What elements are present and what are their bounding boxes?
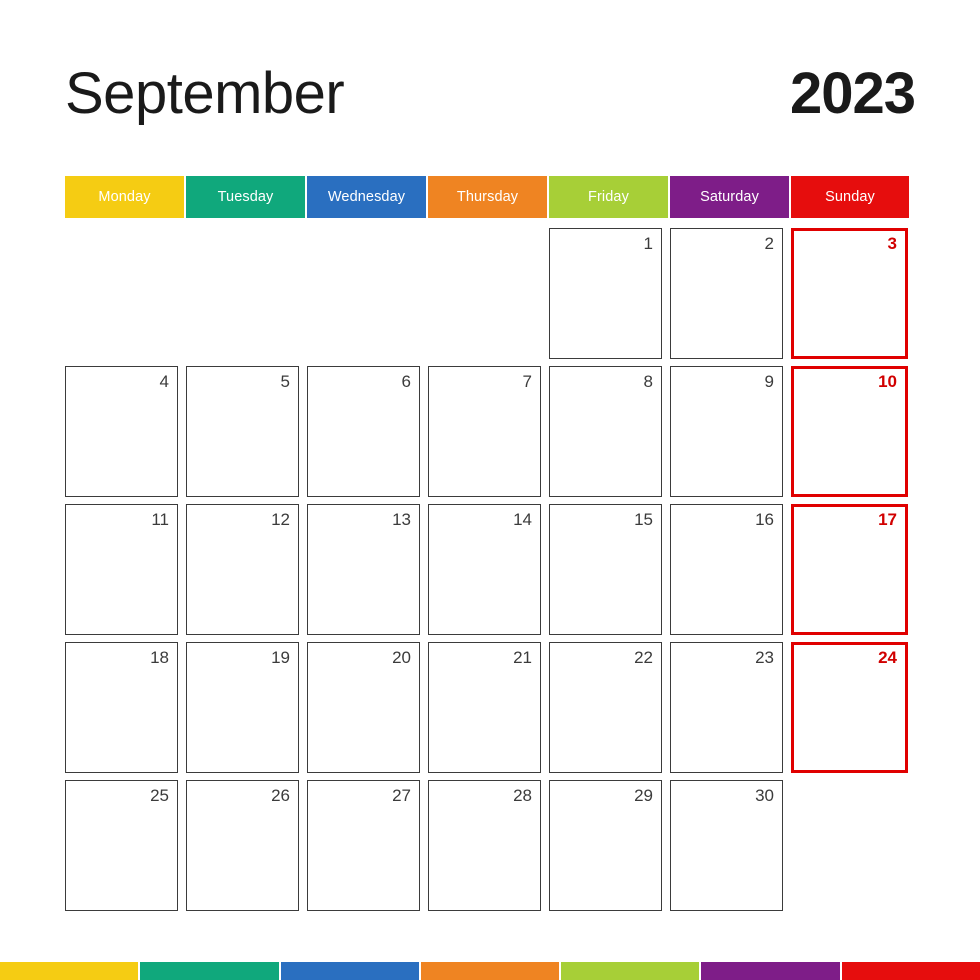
weekday-header-thursday: Thursday <box>428 176 547 218</box>
day-cell-15[interactable]: 15 <box>549 504 662 635</box>
day-cell-5[interactable]: 5 <box>186 366 299 497</box>
day-cell-2[interactable]: 2 <box>670 228 783 359</box>
day-number: 4 <box>159 372 169 391</box>
day-number: 14 <box>513 510 532 529</box>
day-number: 7 <box>522 372 532 391</box>
day-number: 27 <box>392 786 411 805</box>
day-cell-8[interactable]: 8 <box>549 366 662 497</box>
day-cell-empty <box>428 228 541 359</box>
day-cell-18[interactable]: 18 <box>65 642 178 773</box>
bottom-strip-segment-6 <box>701 962 840 980</box>
week-row: 25 26 27 28 29 30 <box>65 780 917 911</box>
week-row: 11 12 13 14 15 16 17 <box>65 504 917 635</box>
day-cell-25[interactable]: 25 <box>65 780 178 911</box>
bottom-strip-segment-2 <box>140 962 279 980</box>
day-number: 6 <box>401 372 411 391</box>
day-number: 3 <box>887 234 897 253</box>
weekday-header-saturday: Saturday <box>670 176 789 218</box>
day-number: 18 <box>150 648 169 667</box>
bottom-strip-segment-7 <box>841 962 980 980</box>
day-number: 19 <box>271 648 290 667</box>
weekday-header-label: Tuesday <box>217 188 274 205</box>
day-number: 2 <box>764 234 774 253</box>
day-cell-7[interactable]: 7 <box>428 366 541 497</box>
day-cell-3[interactable]: 3 <box>791 228 908 359</box>
week-row: 4 5 6 7 8 9 10 <box>65 366 917 497</box>
day-cell-empty <box>791 780 908 911</box>
month-title: September <box>65 61 345 126</box>
weekday-header-wednesday: Wednesday <box>307 176 426 218</box>
weekday-header-tuesday: Tuesday <box>186 176 305 218</box>
week-row: 18 19 20 21 22 23 24 <box>65 642 917 773</box>
day-number: 16 <box>755 510 774 529</box>
day-cell-4[interactable]: 4 <box>65 366 178 497</box>
day-number: 9 <box>764 372 774 391</box>
day-cell-16[interactable]: 16 <box>670 504 783 635</box>
day-number: 1 <box>643 234 653 253</box>
weekday-header-label: Monday <box>98 188 151 205</box>
weekday-header-label: Saturday <box>700 188 759 205</box>
day-cell-empty <box>65 228 178 359</box>
weekday-header-label: Sunday <box>825 188 875 205</box>
weekday-header-label: Friday <box>588 188 629 205</box>
day-cell-27[interactable]: 27 <box>307 780 420 911</box>
day-cell-24[interactable]: 24 <box>791 642 908 773</box>
day-number: 10 <box>878 372 897 391</box>
weekday-header-sunday: Sunday <box>791 176 909 218</box>
day-number: 15 <box>634 510 653 529</box>
weekday-header-label: Wednesday <box>327 188 406 205</box>
date-grid: 1 2 3 4 5 6 7 8 9 10 11 12 13 14 15 16 17 18 19 20 21 22 23 24 2… <box>65 228 917 918</box>
day-cell-19[interactable]: 19 <box>186 642 299 773</box>
year-title: 2023 <box>789 61 916 126</box>
day-cell-11[interactable]: 11 <box>65 504 178 635</box>
day-cell-29[interactable]: 29 <box>549 780 662 911</box>
day-cell-14[interactable]: 14 <box>428 504 541 635</box>
day-number: 24 <box>878 648 897 667</box>
weekday-header-monday: Monday <box>65 176 184 218</box>
day-cell-10[interactable]: 10 <box>791 366 908 497</box>
day-number: 29 <box>634 786 653 805</box>
bottom-strip-segment-5 <box>561 962 700 980</box>
day-cell-empty <box>307 228 420 359</box>
day-number: 23 <box>755 648 774 667</box>
weekday-header-bar: Monday Tuesday Wednesday Thursday Friday Satu… <box>65 176 915 218</box>
day-number: 17 <box>878 510 897 529</box>
day-number: 20 <box>392 648 411 667</box>
day-cell-17[interactable]: 17 <box>791 504 908 635</box>
day-number: 25 <box>150 786 169 805</box>
day-cell-22[interactable]: 22 <box>549 642 662 773</box>
day-number: 22 <box>634 648 653 667</box>
day-cell-9[interactable]: 9 <box>670 366 783 497</box>
day-cell-21[interactable]: 21 <box>428 642 541 773</box>
weekday-header-friday: Friday <box>549 176 668 218</box>
day-cell-12[interactable]: 12 <box>186 504 299 635</box>
day-number: 21 <box>513 648 532 667</box>
day-number: 8 <box>643 372 653 391</box>
calendar-title-row: September 2023 <box>65 58 916 130</box>
day-number: 11 <box>151 510 169 529</box>
day-number: 28 <box>513 786 532 805</box>
day-cell-26[interactable]: 26 <box>186 780 299 911</box>
day-cell-30[interactable]: 30 <box>670 780 783 911</box>
weekday-header-label: Thursday <box>456 188 519 205</box>
day-cell-6[interactable]: 6 <box>307 366 420 497</box>
week-row: 1 2 3 <box>65 228 917 359</box>
day-number: 5 <box>280 372 290 391</box>
day-cell-13[interactable]: 13 <box>307 504 420 635</box>
bottom-strip-segment-3 <box>280 962 419 980</box>
day-number: 12 <box>271 510 290 529</box>
day-cell-1[interactable]: 1 <box>549 228 662 359</box>
bottom-strip-segment-1 <box>0 962 139 980</box>
day-number: 30 <box>755 786 774 805</box>
day-cell-23[interactable]: 23 <box>670 642 783 773</box>
day-cell-20[interactable]: 20 <box>307 642 420 773</box>
day-number: 13 <box>392 510 411 529</box>
calendar-page: September 2023 Monday Tuesday Wednesday Thu… <box>0 0 980 980</box>
day-number: 26 <box>271 786 290 805</box>
day-cell-empty <box>186 228 299 359</box>
day-cell-28[interactable]: 28 <box>428 780 541 911</box>
bottom-color-strip <box>0 962 980 980</box>
bottom-strip-segment-4 <box>420 962 560 980</box>
